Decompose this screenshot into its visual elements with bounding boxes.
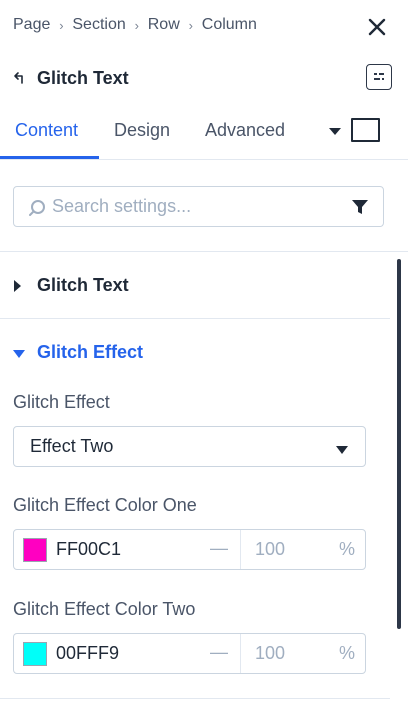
- percent-unit: %: [338, 643, 355, 663]
- glitch-effect-select[interactable]: Effect Two: [13, 426, 366, 467]
- module-title: Glitch Text: [37, 67, 129, 88]
- color-two-field: — %: [13, 633, 366, 674]
- breadcrumb-row[interactable]: Row: [148, 16, 180, 34]
- color-swatch[interactable]: [23, 538, 47, 562]
- active-tab-indicator: [0, 156, 99, 159]
- breadcrumb-separator: ›: [59, 17, 64, 33]
- divider: [0, 318, 390, 319]
- module-header: Glitch Text: [13, 64, 392, 92]
- chevron-down-icon: [335, 442, 349, 454]
- search-box: [13, 186, 384, 227]
- caret-down-icon[interactable]: [328, 124, 342, 138]
- field-label-color-two: Glitch Effect Color Two: [13, 599, 196, 619]
- tab-bar: Content Design Advanced: [0, 110, 408, 160]
- tab-advanced[interactable]: Advanced: [205, 120, 285, 141]
- toggle-title: Glitch Effect: [37, 341, 144, 362]
- divider: [240, 530, 241, 569]
- breadcrumb-separator: ›: [134, 17, 139, 33]
- field-label-color-one: Glitch Effect Color One: [13, 495, 197, 515]
- toggle-glitch-effect[interactable]: Glitch Effect: [13, 340, 143, 364]
- search-icon: [28, 199, 46, 217]
- tab-design[interactable]: Design: [114, 120, 170, 141]
- dash: —: [210, 538, 228, 558]
- divider: [240, 634, 241, 673]
- breadcrumb-section[interactable]: Section: [72, 16, 125, 34]
- breadcrumb-column[interactable]: Column: [202, 16, 257, 34]
- field-label-glitch-effect: Glitch Effect: [13, 392, 110, 412]
- filter-icon[interactable]: [351, 198, 369, 216]
- color-two-hex-input[interactable]: [56, 634, 206, 673]
- scrollbar[interactable]: [397, 259, 401, 629]
- toggle-title: Glitch Text: [37, 274, 129, 295]
- percent-unit: %: [338, 539, 355, 559]
- view-mode-icon[interactable]: [351, 118, 380, 142]
- close-icon[interactable]: [366, 16, 388, 38]
- divider: [0, 698, 390, 699]
- color-swatch[interactable]: [23, 642, 47, 666]
- breadcrumb-separator: ›: [188, 17, 193, 33]
- select-value: Effect Two: [30, 436, 114, 456]
- search-input[interactable]: [52, 187, 342, 226]
- color-one-opacity-input[interactable]: [255, 530, 325, 569]
- breadcrumb: Page › Section › Row › Column: [13, 14, 257, 36]
- color-one-field: — %: [13, 529, 366, 570]
- back-arrow-icon[interactable]: [13, 70, 29, 86]
- toggle-glitch-text[interactable]: Glitch Text: [13, 273, 129, 297]
- color-two-opacity-input[interactable]: [255, 634, 325, 673]
- toggle-settings-icon[interactable]: [366, 64, 392, 90]
- caret-right-icon: [13, 279, 23, 292]
- caret-down-icon: [13, 346, 25, 358]
- breadcrumb-page[interactable]: Page: [13, 16, 50, 34]
- tab-content[interactable]: Content: [15, 120, 78, 141]
- dash: —: [210, 642, 228, 662]
- color-one-hex-input[interactable]: [56, 530, 206, 569]
- divider: [0, 251, 408, 252]
